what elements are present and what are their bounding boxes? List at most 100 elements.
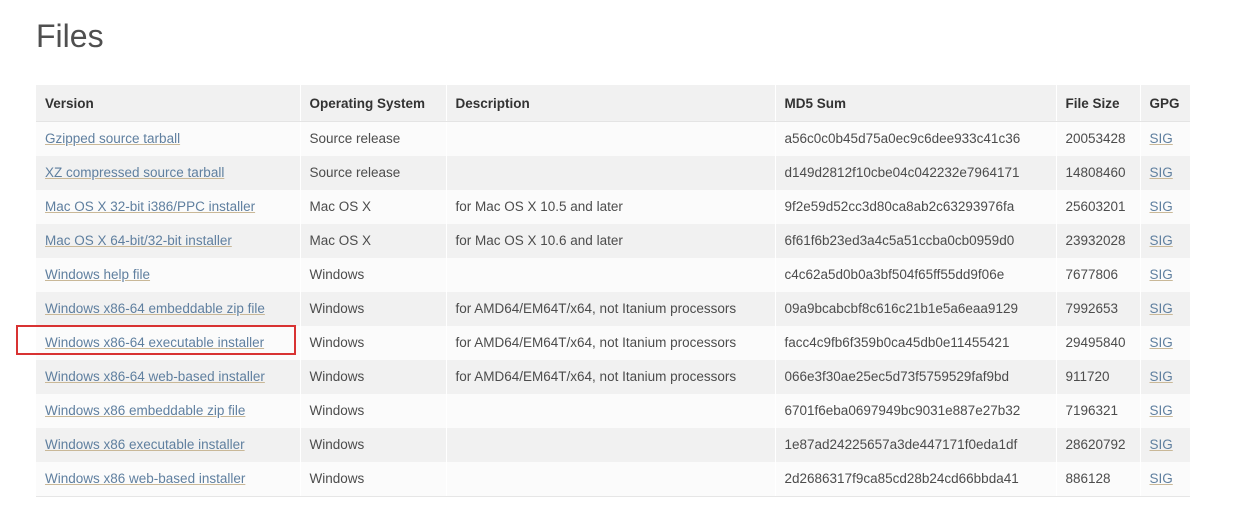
column-header-description: Description xyxy=(446,85,776,122)
file-download-link[interactable]: Windows x86-64 executable installer xyxy=(45,335,264,350)
cell-description xyxy=(446,462,776,497)
file-download-link[interactable]: Windows x86-64 embeddable zip file xyxy=(45,301,265,316)
files-table-head: Version Operating System Description MD5… xyxy=(36,85,1190,122)
file-download-link[interactable]: Windows x86 executable installer xyxy=(45,437,245,452)
cell-operating-system: Mac OS X xyxy=(300,190,447,224)
column-header-size: File Size xyxy=(1056,85,1141,122)
cell-md5-sum: d149d2812f10cbe04c042232e7964171 xyxy=(775,156,1057,190)
file-download-link[interactable]: XZ compressed source tarball xyxy=(45,165,224,180)
column-header-gpg: GPG xyxy=(1140,85,1190,122)
column-header-md5: MD5 Sum xyxy=(775,85,1057,122)
file-download-link[interactable]: Windows x86 web-based installer xyxy=(45,471,245,486)
cell-description: for AMD64/EM64T/x64, not Itanium process… xyxy=(446,326,776,360)
cell-operating-system: Mac OS X xyxy=(300,224,447,258)
cell-version: Windows x86 web-based installer xyxy=(36,462,301,497)
cell-gpg: SIG xyxy=(1140,258,1190,292)
cell-version: Gzipped source tarball xyxy=(36,121,301,156)
cell-description xyxy=(446,428,776,462)
file-download-link[interactable]: Gzipped source tarball xyxy=(45,131,180,146)
cell-file-size: 29495840 xyxy=(1056,326,1141,360)
cell-file-size: 7992653 xyxy=(1056,292,1141,326)
column-header-os: Operating System xyxy=(300,85,447,122)
cell-md5-sum: facc4c9fb6f359b0ca45db0e11455421 xyxy=(775,326,1057,360)
file-download-link[interactable]: Mac OS X 32-bit i386/PPC installer xyxy=(45,199,255,214)
cell-operating-system: Windows xyxy=(300,326,447,360)
cell-description xyxy=(446,121,776,156)
cell-version: Windows x86 embeddable zip file xyxy=(36,394,301,428)
cell-description: for Mac OS X 10.6 and later xyxy=(446,224,776,258)
cell-file-size: 886128 xyxy=(1056,462,1141,497)
cell-operating-system: Windows xyxy=(300,394,447,428)
cell-file-size: 23932028 xyxy=(1056,224,1141,258)
table-row: Windows x86 executable installer Windows 1… xyxy=(36,428,1190,462)
gpg-signature-link[interactable]: SIG xyxy=(1150,437,1173,452)
column-header-version: Version xyxy=(36,85,301,122)
gpg-signature-link[interactable]: SIG xyxy=(1150,403,1173,418)
table-row: Windows x86 embeddable zip file Windows 67… xyxy=(36,394,1190,428)
cell-operating-system: Windows xyxy=(300,360,447,394)
cell-md5-sum: a56c0c0b45d75a0ec9c6dee933c41c36 xyxy=(775,121,1057,156)
gpg-signature-link[interactable]: SIG xyxy=(1150,233,1173,248)
table-row: Windows x86-64 executable installer Windo… xyxy=(36,326,1190,360)
cell-version: Windows x86-64 web-based installer xyxy=(36,360,301,394)
file-download-link[interactable]: Windows x86 embeddable zip file xyxy=(45,403,245,418)
cell-version: Windows help file xyxy=(36,258,301,292)
gpg-signature-link[interactable]: SIG xyxy=(1150,165,1173,180)
cell-file-size: 28620792 xyxy=(1056,428,1141,462)
cell-operating-system: Windows xyxy=(300,258,447,292)
cell-file-size: 20053428 xyxy=(1056,121,1141,156)
table-row: Windows help file Windows c4c62a5d0b0a3bf5… xyxy=(36,258,1190,292)
cell-file-size: 911720 xyxy=(1056,360,1141,394)
cell-md5-sum: 066e3f30ae25ec5d73f5759529faf9bd xyxy=(775,360,1057,394)
cell-version: Windows x86 executable installer xyxy=(36,428,301,462)
cell-operating-system: Windows xyxy=(300,462,447,497)
cell-md5-sum: 6701f6eba0697949bc9031e887e27b32 xyxy=(775,394,1057,428)
files-table-container: Version Operating System Description MD5… xyxy=(36,85,1190,497)
table-row: Mac OS X 64-bit/32-bit installer Mac OS X… xyxy=(36,224,1190,258)
table-header-row: Version Operating System Description MD5… xyxy=(36,85,1190,122)
cell-version: Mac OS X 32-bit i386/PPC installer xyxy=(36,190,301,224)
gpg-signature-link[interactable]: SIG xyxy=(1150,131,1173,146)
cell-gpg: SIG xyxy=(1140,394,1190,428)
cell-md5-sum: 2d2686317f9ca85cd28b24cd66bbda41 xyxy=(775,462,1057,497)
cell-gpg: SIG xyxy=(1140,360,1190,394)
cell-file-size: 25603201 xyxy=(1056,190,1141,224)
cell-gpg: SIG xyxy=(1140,121,1190,156)
cell-version: Windows x86-64 executable installer xyxy=(36,326,301,360)
cell-md5-sum: c4c62a5d0b0a3bf504f65ff55dd9f06e xyxy=(775,258,1057,292)
gpg-signature-link[interactable]: SIG xyxy=(1150,301,1173,316)
cell-operating-system: Windows xyxy=(300,292,447,326)
cell-gpg: SIG xyxy=(1140,190,1190,224)
cell-md5-sum: 1e87ad24225657a3de447171f0eda1df xyxy=(775,428,1057,462)
files-table-body: Gzipped source tarball Source release a56c… xyxy=(36,121,1190,497)
cell-description xyxy=(446,156,776,190)
table-row: XZ compressed source tarball Source relea… xyxy=(36,156,1190,190)
page-title: Files xyxy=(36,18,104,54)
cell-gpg: SIG xyxy=(1140,156,1190,190)
cell-version: Windows x86-64 embeddable zip file xyxy=(36,292,301,326)
gpg-signature-link[interactable]: SIG xyxy=(1150,471,1173,486)
cell-description: for AMD64/EM64T/x64, not Itanium process… xyxy=(446,292,776,326)
cell-operating-system: Source release xyxy=(300,121,447,156)
gpg-signature-link[interactable]: SIG xyxy=(1150,199,1173,214)
cell-description: for Mac OS X 10.5 and later xyxy=(446,190,776,224)
gpg-signature-link[interactable]: SIG xyxy=(1150,267,1173,282)
gpg-signature-link[interactable]: SIG xyxy=(1150,335,1173,350)
cell-operating-system: Windows xyxy=(300,428,447,462)
table-row: Windows x86-64 embeddable zip file Window… xyxy=(36,292,1190,326)
file-download-link[interactable]: Windows x86-64 web-based installer xyxy=(45,369,265,384)
cell-md5-sum: 6f61f6b23ed3a4c5a51ccba0cb0959d0 xyxy=(775,224,1057,258)
cell-md5-sum: 09a9bcabcbf8c616c21b1e5a6eaa9129 xyxy=(775,292,1057,326)
cell-gpg: SIG xyxy=(1140,292,1190,326)
gpg-signature-link[interactable]: SIG xyxy=(1150,369,1173,384)
files-table: Version Operating System Description MD5… xyxy=(36,85,1190,497)
file-download-link[interactable]: Mac OS X 64-bit/32-bit installer xyxy=(45,233,232,248)
cell-version: Mac OS X 64-bit/32-bit installer xyxy=(36,224,301,258)
cell-gpg: SIG xyxy=(1140,224,1190,258)
cell-description xyxy=(446,258,776,292)
cell-gpg: SIG xyxy=(1140,462,1190,497)
cell-operating-system: Source release xyxy=(300,156,447,190)
cell-md5-sum: 9f2e59d52cc3d80ca8ab2c63293976fa xyxy=(775,190,1057,224)
file-download-link[interactable]: Windows help file xyxy=(45,267,150,282)
cell-file-size: 14808460 xyxy=(1056,156,1141,190)
